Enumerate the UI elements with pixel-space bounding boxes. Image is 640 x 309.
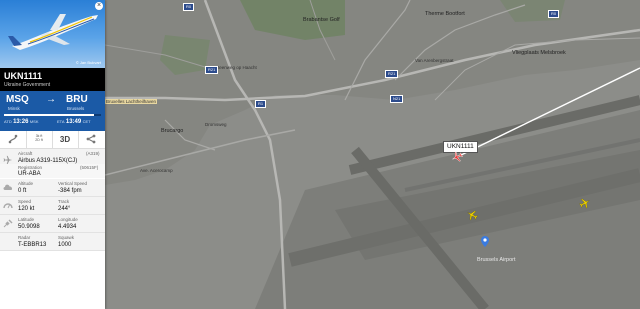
latitude-label: Latitude (18, 217, 35, 222)
close-icon[interactable]: × (95, 2, 103, 10)
radar-label: Radar (18, 235, 31, 240)
aircraft-label: Aircraft (18, 151, 33, 156)
aircraft-photo: © Jan Bukvart × (0, 0, 105, 68)
place-label: Brucargo (161, 128, 184, 134)
map-view[interactable]: Brabantse Golf Therme Bootfort Vliegplaa… (105, 0, 640, 309)
route-button[interactable] (0, 131, 27, 148)
satellite-icon (3, 219, 13, 230)
track-value: 244° (58, 206, 71, 212)
altitude-row: Altitude 0 ft Vertical Speed -384 fpm (0, 179, 105, 197)
eta-time: ETA 13:49 CET (57, 119, 91, 125)
share-button[interactable] (78, 131, 104, 148)
road-shield: R1 (255, 100, 267, 108)
squawk-label: Squawk (58, 235, 75, 240)
track-label: Track (58, 199, 70, 204)
place-label: Vliegplaats Melsbroek (512, 50, 566, 56)
longitude-value: 4.4934 (58, 224, 77, 230)
plane-icon[interactable] (579, 197, 591, 209)
atd-time: ATD 13:26 MSK (4, 119, 39, 125)
road-shield: R0 (183, 3, 195, 11)
flight-progress-bar (4, 114, 101, 116)
photo-credit: © Jan Bukvart (75, 60, 101, 65)
tool-bar: 3k ft 2D ft 3D (0, 131, 105, 151)
plane-icon[interactable] (466, 209, 478, 221)
registration-label: Registration (18, 165, 43, 170)
road-label: Bruxelles Lachtheilhaven (105, 99, 158, 104)
selected-plane-icon[interactable] (451, 151, 463, 163)
follow-button[interactable]: 3k ft 2D ft (26, 131, 53, 151)
speed-row: Speed 120 kt Track 244° (0, 197, 105, 215)
road-shield: R21 (205, 66, 219, 74)
tool-line: 2D ft (35, 138, 43, 142)
road-shield: R21 (385, 70, 399, 78)
destination-city: Brussels (67, 106, 85, 111)
callsign: UKN1111 (4, 71, 43, 81)
road-label: Van Arenbergstraat (415, 58, 454, 63)
destination-code[interactable]: BRU (66, 94, 88, 105)
vertical-speed-label: Vertical Speed (58, 181, 88, 186)
route-icon (8, 134, 18, 144)
position-row: Latitude 50.9098 Longitude 4.4934 (0, 215, 105, 233)
road-shield: N21 (390, 95, 404, 103)
road-label: Ave. Acerocamp (140, 168, 173, 173)
share-icon (86, 134, 96, 144)
origin-city: Minsk (8, 106, 20, 111)
route-section: MSQ Minsk → BRU Brussels ATD 13:26 MSK E… (0, 91, 105, 131)
operator: Ukraine Government (4, 82, 51, 88)
origin-code[interactable]: MSQ (6, 94, 29, 105)
speed-value: 120 kt (18, 206, 35, 212)
speedometer-icon (3, 201, 13, 211)
3d-view-button[interactable]: 3D (52, 131, 79, 148)
flight-header: UKN1111 Ukraine Government (0, 68, 105, 91)
road-label: Steenweg op Haacht (215, 65, 257, 70)
speed-label: Speed (18, 199, 32, 204)
registration-code: (50615F) (80, 165, 99, 170)
vertical-speed-value: -384 fpm (58, 188, 82, 194)
place-label: Therme Bootfort (425, 11, 465, 17)
place-label: Brabantse Golf (303, 17, 340, 23)
aircraft-code: (A319) (86, 151, 100, 156)
altitude-label: Altitude (18, 181, 34, 186)
aircraft-image (8, 14, 98, 50)
flight-info-panel: © Jan Bukvart × UKN1111 Ukraine Governme… (0, 0, 105, 309)
latitude-value: 50.9098 (18, 224, 40, 230)
registration-row: Registration (50615F) UR-ABA (0, 164, 105, 178)
radar-value: T-EBBR13 (18, 242, 47, 248)
cloud-icon (3, 183, 13, 193)
squawk-value: 1000 (58, 242, 72, 248)
road-label: Dromsweg (205, 122, 227, 127)
airport-pin-icon[interactable] (481, 236, 489, 247)
road-shield: R0 (548, 10, 560, 18)
radar-row: Radar T-EBBR13 Squawk 1000 (0, 233, 105, 251)
altitude-value: 0 ft (18, 188, 27, 194)
longitude-label: Longitude (58, 217, 78, 222)
registration-value: UR-ABA (18, 171, 41, 177)
route-arrow-icon: → (46, 94, 56, 105)
map-base (105, 0, 640, 309)
airport-label: Brussels Airport (477, 257, 516, 263)
